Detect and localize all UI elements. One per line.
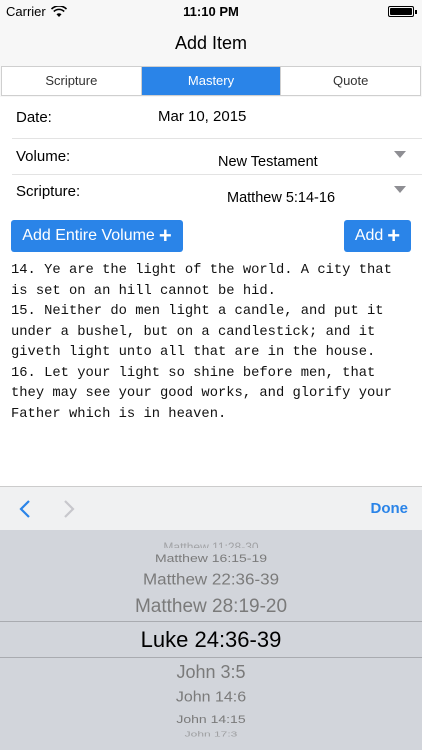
chevron-down-icon[interactable] xyxy=(394,186,406,193)
plus-icon: + xyxy=(158,223,172,248)
date-label: Date: xyxy=(16,109,52,126)
chevron-right-icon[interactable] xyxy=(62,499,76,519)
navigation-bar: Add Item xyxy=(0,22,422,66)
chevron-left-icon[interactable] xyxy=(18,499,32,519)
plus-icon: + xyxy=(387,223,401,248)
add-label: Add xyxy=(354,227,384,244)
done-button[interactable]: Done xyxy=(371,500,409,517)
scripture-picker[interactable]: Matthew 11:28-30 Matthew 16:15-19 Matthe… xyxy=(0,530,422,750)
chevron-down-icon[interactable] xyxy=(394,151,406,158)
picker-item[interactable]: Matthew 16:15-19 xyxy=(0,552,422,565)
date-value[interactable]: Mar 10, 2015 xyxy=(158,108,246,125)
add-entire-volume-label: Add Entire Volume xyxy=(22,227,155,244)
picker-item[interactable]: John 17:3 xyxy=(0,730,422,738)
segment-quote[interactable]: Quote xyxy=(281,67,420,95)
scripture-select[interactable]: Matthew 5:14-16 xyxy=(227,190,335,206)
scripture-label: Scripture: xyxy=(16,183,81,200)
battery-icon xyxy=(388,6,417,17)
status-time: 11:10 PM xyxy=(183,4,239,19)
picker-item[interactable]: John 3:5 xyxy=(0,662,422,683)
scripture-text-area[interactable]: 14. Ye are the light of the world. A cit… xyxy=(11,261,416,425)
picker-item[interactable]: Matthew 28:19-20 xyxy=(0,596,422,618)
input-accessory-toolbar: Done xyxy=(0,486,422,530)
picker-item[interactable]: John 14:15 xyxy=(0,713,422,726)
volume-select[interactable]: New Testament xyxy=(218,154,318,170)
status-bar: Carrier 11:10 PM xyxy=(0,0,422,22)
picker-selected-item[interactable]: Luke 24:36-39 xyxy=(0,627,422,653)
segmented-control: Scripture Mastery Quote xyxy=(0,66,422,97)
date-row[interactable]: Date: Mar 10, 2015 xyxy=(0,97,422,138)
picker-item[interactable]: John 14:6 xyxy=(0,690,422,707)
picker-item[interactable]: Matthew 11:28-30 xyxy=(0,540,422,548)
volume-label: Volume: xyxy=(16,148,71,165)
volume-row[interactable]: Volume: New Testament xyxy=(0,139,422,174)
segment-mastery[interactable]: Mastery xyxy=(141,67,282,95)
page-title: Add Item xyxy=(174,33,248,53)
add-entire-volume-button[interactable]: Add Entire Volume + xyxy=(11,220,183,252)
picker-item[interactable]: Matthew 22:36-39 xyxy=(0,571,422,589)
add-button[interactable]: Add + xyxy=(344,220,411,252)
scripture-row[interactable]: Scripture: Matthew 5:14-16 xyxy=(0,175,422,210)
segment-scripture[interactable]: Scripture xyxy=(2,67,142,95)
